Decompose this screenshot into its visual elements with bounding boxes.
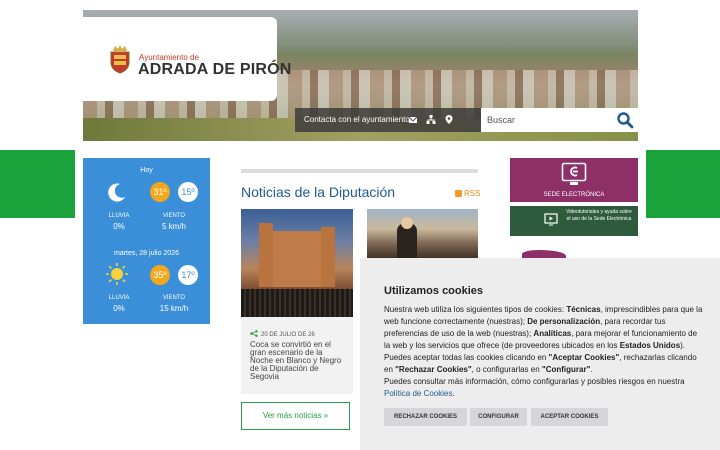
coat-of-arms-icon [110, 45, 130, 74]
news-card[interactable]: 20 DE JULIO DE 26 Coca se convirtió en e… [241, 209, 353, 394]
temp-min: 15º [178, 182, 198, 202]
section-divider [241, 169, 478, 173]
cookie-policy-link[interactable]: Política de Cookies [384, 389, 452, 398]
more-news-button[interactable]: Ver más noticias » [241, 402, 350, 430]
accept-cookies-button[interactable]: ACEPTAR COOKIES [531, 408, 608, 426]
cookie-text-run: , o configurarlas en [471, 365, 542, 374]
temp-max: 31º [150, 182, 170, 202]
wind-value: 5 km/h [161, 222, 186, 231]
cookie-text-run: . [590, 365, 593, 374]
cookie-text-run: Nuestra web utiliza los siguientes tipos… [384, 305, 567, 314]
cookie-text: Nuestra web utiliza los siguientes tipos… [384, 304, 704, 400]
cookie-text-bold: Estados Unidos [619, 341, 681, 350]
green-band-left [0, 150, 75, 218]
cookie-text-bold: "Rechazar Cookies" [395, 365, 472, 374]
wind-label: VIENTO [162, 295, 186, 301]
news-date: 20 DE JULIO DE 26 [250, 330, 315, 338]
location-pin-icon[interactable] [444, 114, 454, 125]
green-band-right [646, 150, 720, 218]
logo-title: ADRADA DE PIRÓN [138, 61, 292, 78]
cookie-text-run: Puedes aceptar todas las cookies clicand… [384, 353, 549, 362]
header-banner: Ayuntamiento de ADRADA DE PIRÓN Contacta… [83, 10, 638, 141]
rain-value: 0% [113, 304, 125, 313]
weather-widget: Hoy 31º 15º LLUVIA VIENTO 0% 5 km/h mart… [83, 158, 210, 324]
cookie-title: Utilizamos cookies [384, 285, 484, 297]
news-headline[interactable]: Coca se convirtió en el gran escenario d… [250, 341, 346, 381]
cookie-text-bold: "Aceptar Cookies" [548, 353, 620, 362]
cookie-text-bold: De personalización [527, 317, 601, 326]
rain-label: LLUVIA [108, 213, 130, 219]
cookie-text-bold: Analíticas [533, 329, 572, 338]
reject-cookies-button[interactable]: RECHAZAR COOKIES [384, 408, 467, 426]
sede-electronica-icon [561, 162, 587, 185]
search-icon[interactable] [616, 111, 634, 129]
rss-icon [455, 190, 462, 197]
rain-value: 0% [113, 222, 125, 231]
search-box [481, 108, 638, 132]
contact-label: Contacta con el ayuntamiento: [304, 115, 413, 124]
sun-icon [106, 263, 128, 285]
site-logo[interactable]: Ayuntamiento de ADRADA DE PIRÓN [83, 17, 291, 101]
weather-day-label: Hoy [140, 167, 153, 174]
rss-label: RSS [464, 189, 481, 198]
cookie-text-run: Puedes consultar más información, cómo c… [384, 377, 685, 386]
temp-min: 17º [178, 265, 198, 285]
cookie-text-run: . [452, 389, 455, 398]
cookie-text-bold: "Configurar" [541, 365, 591, 374]
face-shape [401, 217, 413, 229]
wind-value: 15 km/h [159, 304, 189, 313]
news-image-2[interactable] [367, 209, 478, 259]
crowd-shape [241, 289, 353, 317]
temp-max: 35º [150, 265, 170, 285]
share-icon[interactable] [250, 330, 258, 337]
video-play-icon [544, 213, 558, 226]
video-tutorials-banner[interactable]: Videotutoriales y ayuda sobre el uso de … [510, 206, 638, 236]
wind-label: VIENTO [162, 213, 186, 219]
mail-icon[interactable] [408, 114, 418, 125]
news-section-title: Noticias de la Diputación [241, 184, 396, 200]
video-tutorials-label: Videotutoriales y ayuda sobre el uso de … [566, 209, 632, 222]
rss-link[interactable]: RSS [455, 189, 480, 198]
sede-electronica-banner[interactable]: SEDE ELECTRÓNICA [510, 158, 638, 202]
castle-tower-shape [259, 223, 273, 287]
castle-tower-shape [321, 227, 335, 287]
configure-cookies-button[interactable]: CONFIGURAR [470, 408, 527, 426]
cookie-dialog: Utilizamos cookies Nuestra web utiliza l… [360, 258, 720, 450]
cookie-text-run: ). [680, 341, 686, 350]
contact-bar: Contacta con el ayuntamiento: [295, 108, 481, 132]
page-root: Ayuntamiento de ADRADA DE PIRÓN Contacta… [0, 0, 720, 450]
sede-electronica-label: SEDE ELECTRÓNICA [543, 192, 605, 198]
weather-day-label: martes, 28 julio 2026 [114, 250, 179, 257]
rain-label: LLUVIA [108, 295, 130, 301]
news-date-text: 20 DE JULIO DE 26 [261, 332, 315, 338]
moon-icon [108, 183, 125, 202]
news-image[interactable] [241, 209, 353, 317]
search-input[interactable] [487, 112, 612, 128]
cookie-text-bold: Técnicas [566, 305, 601, 314]
sitemap-icon[interactable] [426, 114, 436, 125]
